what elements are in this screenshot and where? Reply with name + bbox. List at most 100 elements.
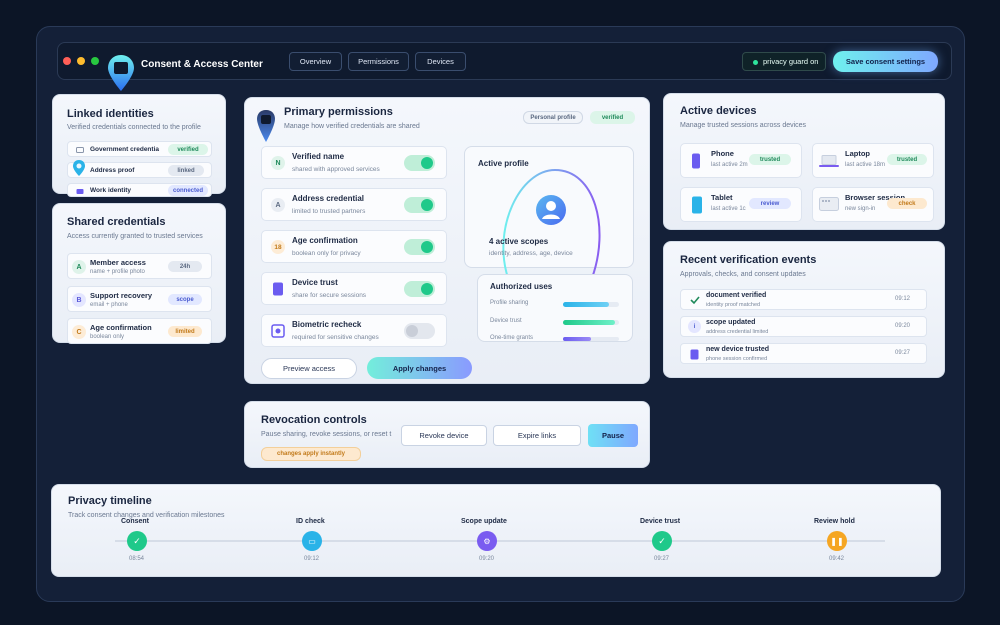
permission-title: Verified name <box>292 152 345 161</box>
preview-access-button[interactable]: Preview access <box>261 358 357 379</box>
identity-row[interactable]: Work identity connected <box>67 183 212 197</box>
profile-sharing-bar <box>563 302 619 307</box>
revoke-device-button[interactable]: Revoke device <box>401 425 487 446</box>
permission-title: Address credential <box>292 194 365 203</box>
event-sub: identity proof matched <box>706 302 761 308</box>
user-avatar-icon <box>536 195 566 225</box>
timeline-step-time: 08:54 <box>129 556 145 562</box>
phone-icon <box>690 349 699 360</box>
permission-title: Age confirmation <box>292 236 358 245</box>
status-badge: trusted <box>749 154 791 165</box>
card-subtitle: Verified credentials connected to the pr… <box>67 124 201 131</box>
device-card-tablet[interactable]: Tablet last active 1c review <box>680 187 802 222</box>
event-row[interactable]: new device trusted phone session confirm… <box>680 343 927 364</box>
credential-row[interactable]: B Support recovery email + phone scope <box>67 286 212 312</box>
permission-row[interactable]: A Address credential limited to trusted … <box>261 188 447 221</box>
address-icon: A <box>271 198 285 212</box>
timeline-step-label: Scope update <box>461 518 507 525</box>
expire-links-button[interactable]: Expire links <box>493 425 581 446</box>
address-credential-toggle[interactable] <box>404 197 435 213</box>
pause-icon[interactable]: ❚❚ <box>827 531 847 551</box>
device-card-laptop[interactable]: Laptop last active 18m trusted <box>812 143 934 178</box>
shared-credentials-card: Shared credentials Access currently gran… <box>52 203 226 344</box>
status-badge: review <box>749 198 791 209</box>
sliders-icon[interactable]: ⚙ <box>477 531 497 551</box>
card-subtitle: Manage how verified credentials are shar… <box>284 123 420 130</box>
tab-overview[interactable]: Overview <box>289 52 342 71</box>
event-title: document verified <box>706 292 767 299</box>
credential-title: Support recovery <box>90 291 153 300</box>
permission-title: Biometric recheck <box>292 320 362 329</box>
timeline-step-time: 09:42 <box>829 556 845 562</box>
verified-name-toggle[interactable] <box>404 155 435 171</box>
device-name: Tablet <box>711 193 733 202</box>
one-time-grants-bar <box>563 337 619 341</box>
card-title: Primary permissions <box>284 106 393 118</box>
age-confirmation-toggle[interactable] <box>404 239 435 255</box>
linked-identities-card: Linked identities Verified credentials c… <box>52 94 226 197</box>
maximize-window-dot[interactable] <box>91 57 99 65</box>
active-scopes-count: 4 active scopes <box>489 237 549 246</box>
permission-sub: shared with approved services <box>292 166 380 173</box>
pause-button[interactable]: Pause <box>588 424 638 447</box>
timeline-step-label: Review hold <box>814 518 855 525</box>
device-trust-toggle[interactable] <box>404 281 435 297</box>
event-row[interactable]: document verified identity proof matched… <box>680 289 927 310</box>
age-icon: 18 <box>271 240 285 254</box>
duration-badge: 24h <box>168 261 202 272</box>
tab-permissions[interactable]: Permissions <box>348 52 409 71</box>
status-badge: linked <box>168 165 204 176</box>
credential-row[interactable]: C Age confirmation boolean only limited <box>67 318 212 344</box>
credential-sub: email + phone <box>90 302 128 308</box>
save-consent-button[interactable]: Save consent settings <box>833 51 938 72</box>
authorized-uses-title: Authorized uses <box>490 282 553 291</box>
identity-row[interactable]: Government credentia verified <box>67 141 212 157</box>
use-label: Profile sharing <box>490 300 529 306</box>
verified-badge: verified <box>590 111 635 124</box>
card-subtitle: Manage trusted sessions across devices <box>680 122 807 129</box>
minimize-window-dot[interactable] <box>77 57 85 65</box>
check-icon[interactable]: ✓ <box>652 531 672 551</box>
card-title: Active devices <box>680 105 757 117</box>
device-card-browser[interactable]: Browser session new sign-in check <box>812 187 934 222</box>
permission-sub: share for secure sessions <box>292 292 367 299</box>
credential-b-icon: B <box>72 293 86 307</box>
timeline-step-label: ID check <box>296 518 325 525</box>
check-icon[interactable]: ✓ <box>127 531 147 551</box>
biometric-recheck-toggle[interactable] <box>404 323 435 339</box>
credential-sub: name + profile photo <box>90 269 145 275</box>
permission-row[interactable]: N Verified name shared with approved ser… <box>261 146 447 179</box>
scope-badge: scope <box>168 294 202 305</box>
privacy-guard-label: privacy guard on <box>763 57 819 66</box>
active-scopes-list: identity, address, age, device <box>489 250 573 257</box>
permission-sub: boolean only for privacy <box>292 250 361 257</box>
timeline-step-time: 09:12 <box>304 556 320 562</box>
close-window-dot[interactable] <box>63 57 71 65</box>
event-time: 09:20 <box>895 323 911 329</box>
permission-row[interactable]: Biometric recheck required for sensitive… <box>261 314 447 347</box>
shield-pin-icon <box>257 110 275 142</box>
id-card-icon <box>76 147 84 153</box>
event-title: scope updated <box>706 319 756 326</box>
identity-label: Work identity <box>90 187 132 194</box>
laptop-icon <box>819 155 839 167</box>
card-title: Privacy timeline <box>68 495 152 507</box>
timeline-step-time: 09:27 <box>654 556 670 562</box>
status-badge: check <box>887 198 927 209</box>
timeline-step-label: Device trust <box>640 518 681 525</box>
briefcase-icon <box>76 189 84 194</box>
apply-changes-button[interactable]: Apply changes <box>367 357 472 379</box>
phone-icon <box>692 153 700 169</box>
card-title: Recent verification events <box>680 254 817 266</box>
permission-row[interactable]: 18 Age confirmation boolean only for pri… <box>261 230 447 263</box>
privacy-guard-status[interactable]: privacy guard on <box>742 52 826 71</box>
credential-row[interactable]: A Member access name + profile photo 24h <box>67 253 212 279</box>
personal-profile-badge[interactable]: Personal profile <box>523 111 583 124</box>
tab-devices[interactable]: Devices <box>415 52 466 71</box>
event-row[interactable]: i scope updated address credential limit… <box>680 316 927 337</box>
credential-c-icon: C <box>72 325 86 339</box>
device-card-phone[interactable]: Phone last active 2m trusted <box>680 143 802 178</box>
id-card-icon[interactable]: ▭ <box>302 531 322 551</box>
identity-row[interactable]: Address proof linked <box>67 160 212 178</box>
permission-row[interactable]: Device trust share for secure sessions <box>261 272 447 305</box>
